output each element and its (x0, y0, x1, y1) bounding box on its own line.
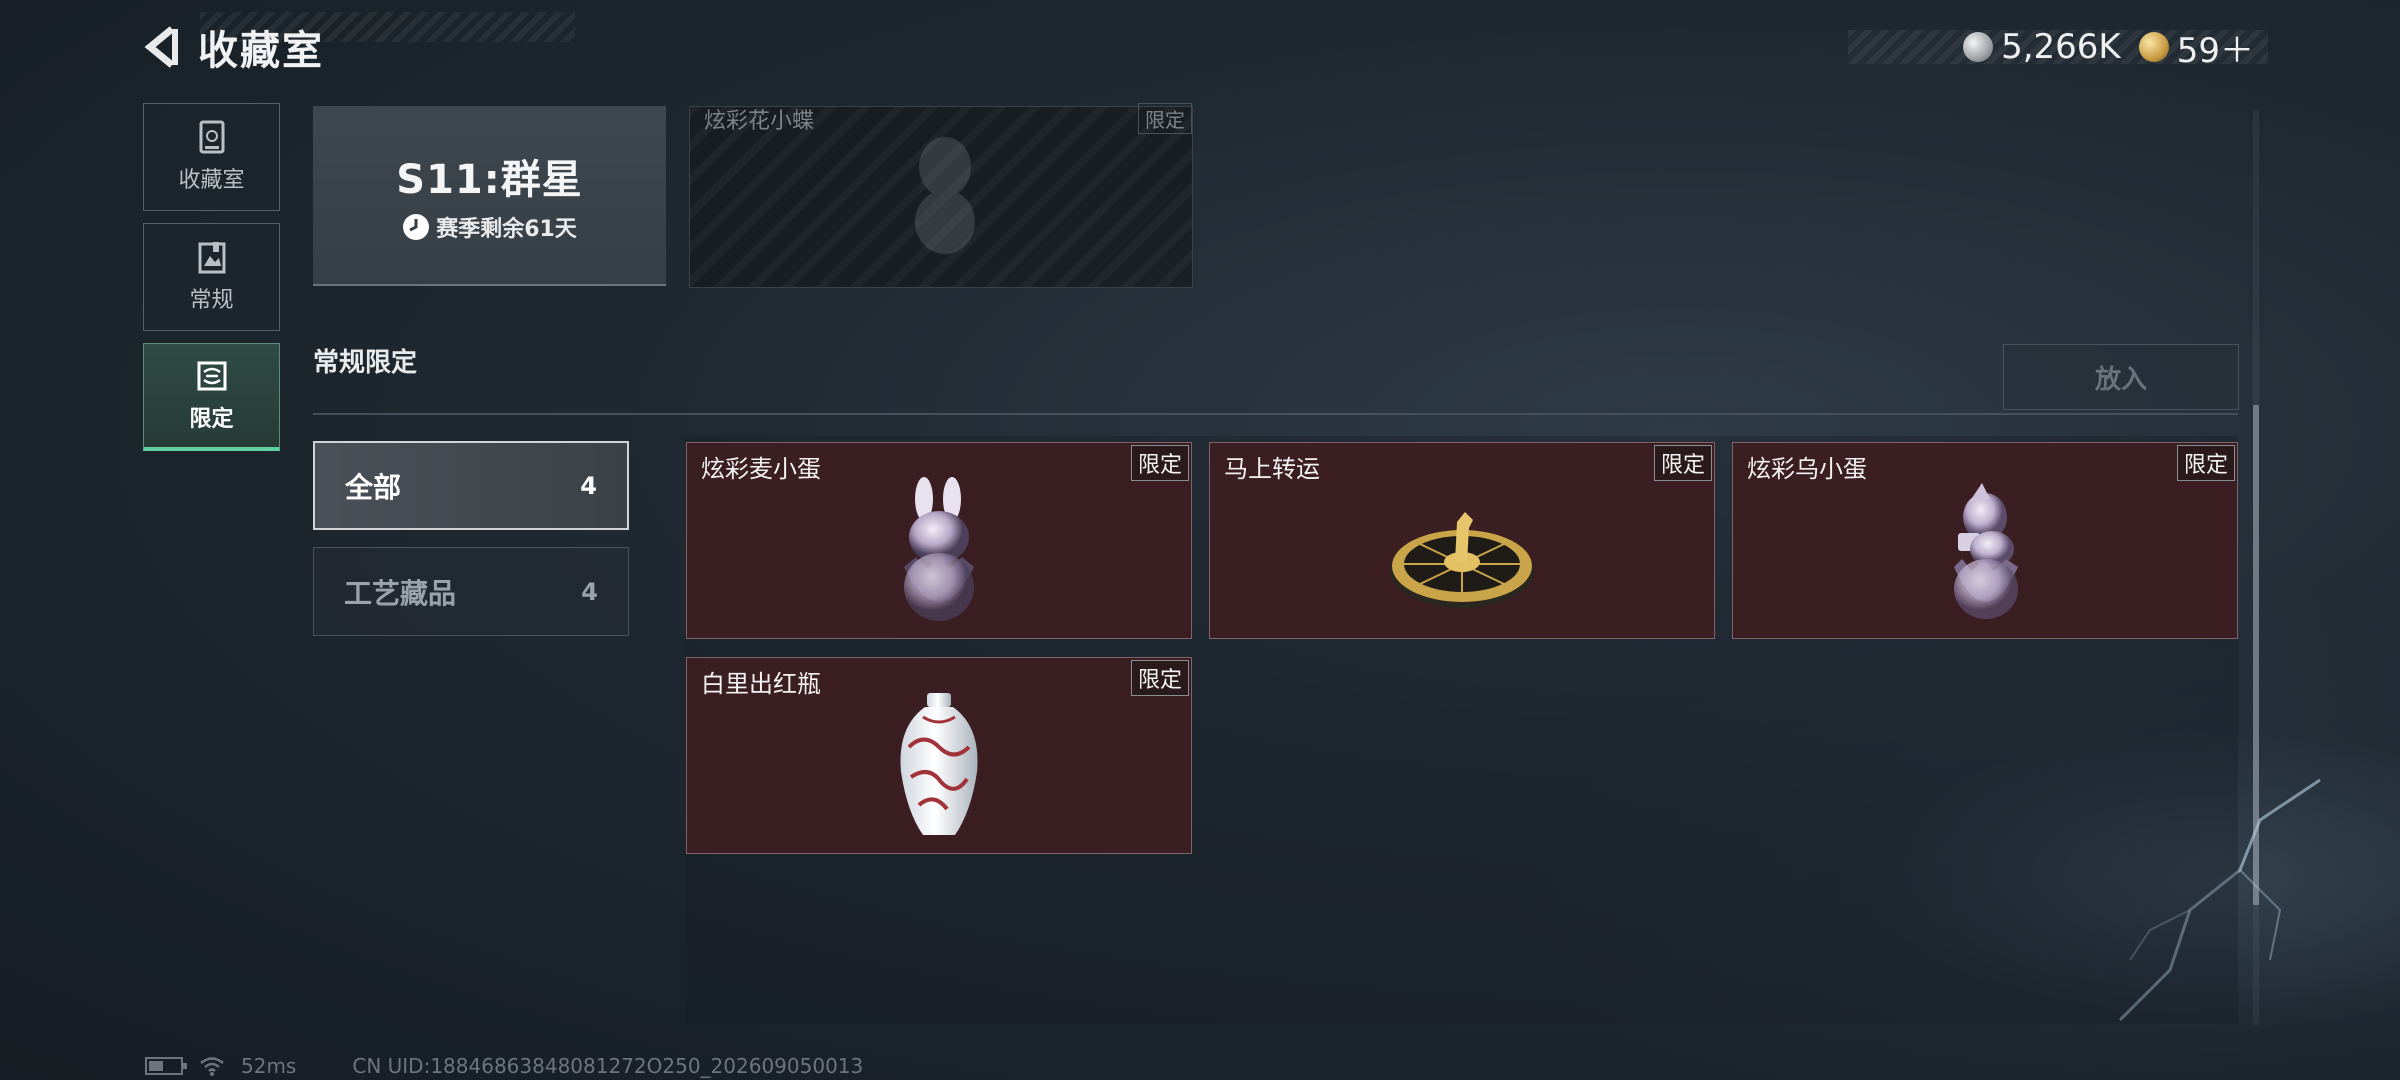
filter-label: 工艺藏品 (344, 576, 457, 610)
item-card[interactable]: 马上转运 限定 (1209, 442, 1715, 639)
item-limited-tag: 限定 (1130, 445, 1189, 481)
ping-text: 52ms (241, 1054, 297, 1078)
sidebar-item-label: 常规 (189, 288, 234, 313)
side-nav: 收藏室 常规 限定 (143, 103, 280, 463)
season-remaining: 赛季剩余61天 (402, 211, 577, 243)
filter-crafts[interactable]: 工艺藏品 4 (313, 547, 629, 636)
sidebar-item-label: 限定 (189, 406, 234, 432)
ghost-item-name: 炫彩花小蝶 (704, 109, 815, 134)
season-title: S11:群星 (396, 157, 583, 203)
filter-all[interactable]: 全部 4 (313, 441, 629, 530)
item-card[interactable]: 白里出红瓶 限定 (686, 657, 1192, 854)
item-limited-tag: 限定 (2176, 445, 2235, 481)
put-in-button[interactable]: 放入 (2003, 344, 2239, 410)
golden-horse-compass-icon (1382, 469, 1542, 634)
sidebar-item-collection[interactable]: 收藏室 (143, 103, 280, 211)
currency-silver[interactable]: 5,266K (1963, 27, 2121, 67)
page-title: 收藏室 (198, 28, 324, 74)
battery-fill (149, 1061, 163, 1071)
silver-coin-icon (1963, 32, 1994, 62)
filter-label: 全部 (345, 470, 402, 504)
page-header: 收藏室 (140, 22, 324, 74)
sidebar-item-regular[interactable]: 常规 (143, 223, 280, 331)
limited-icon (195, 359, 229, 393)
porcelain-vase-icon (859, 684, 1019, 849)
back-arrow-icon[interactable] (140, 25, 184, 69)
season-card: S11:群星 赛季剩余61天 (313, 106, 666, 286)
uid-text: CN UID:18846863848081272O250_20260905001… (352, 1054, 864, 1078)
item-name: 炫彩麦小蛋 (701, 455, 821, 483)
main-content: S11:群星 赛季剩余61天 炫彩花小蝶 限定 常规限定 放入 全部 4 工艺藏… (313, 103, 2239, 1024)
status-bar: 52ms CN UID:18846863848081272O250_202609… (145, 1054, 863, 1078)
figure-egg-icon (1905, 469, 2065, 634)
currency-gold-value: 59＋ (2176, 30, 2254, 71)
butterfly-figure-icon (915, 137, 975, 254)
filter-count: 4 (581, 577, 598, 606)
currency-gold[interactable]: 59＋ (2138, 23, 2254, 72)
filter-count: 4 (580, 471, 597, 500)
collection-room-icon (195, 120, 229, 154)
item-name: 白里出红瓶 (701, 670, 821, 698)
item-limited-tag: 限定 (1653, 445, 1712, 481)
item-name: 炫彩乌小蛋 (1747, 455, 1867, 483)
section-title: 常规限定 (313, 348, 418, 378)
currency-silver-value: 5,266K (2001, 27, 2121, 67)
rabbit-egg-icon (859, 469, 1019, 634)
item-card[interactable]: 炫彩乌小蛋 限定 (1732, 442, 2238, 639)
season-remaining-text: 赛季剩余61天 (436, 217, 577, 242)
sidebar-item-label: 收藏室 (178, 168, 245, 193)
clock-icon (403, 214, 430, 240)
item-limited-tag: 限定 (1130, 660, 1189, 696)
ghost-item-card[interactable]: 炫彩花小蝶 限定 (689, 103, 1193, 288)
wifi-icon (200, 1057, 224, 1076)
sidebar-item-limited[interactable]: 限定 (143, 343, 280, 451)
gold-coin-icon (2138, 32, 2169, 62)
scrollbar-thumb[interactable] (2253, 405, 2259, 905)
item-name: 马上转运 (1224, 455, 1320, 483)
regular-book-icon (195, 240, 229, 274)
battery-icon (145, 1057, 187, 1075)
currency-bar: 5,266K 59＋ (1848, 27, 2268, 71)
section-divider (313, 413, 2238, 415)
ghost-item-tag: 限定 (1138, 103, 1192, 134)
item-card[interactable]: 炫彩麦小蛋 限定 (686, 442, 1192, 639)
